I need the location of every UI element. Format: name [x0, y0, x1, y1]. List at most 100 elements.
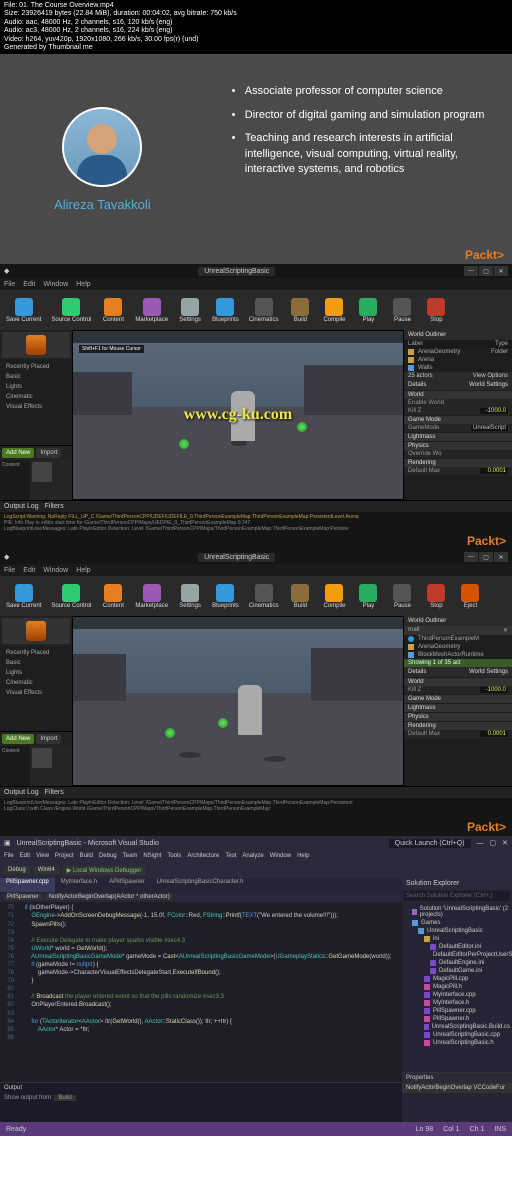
- cat-cinematic[interactable]: Cinematic: [2, 392, 70, 402]
- solution-search[interactable]: Search Solution Explorer (Ctrl+;): [404, 891, 510, 901]
- section-gamemode[interactable]: Game Mode: [404, 695, 512, 703]
- minimize-button[interactable]: —: [464, 266, 478, 276]
- platform-dropdown[interactable]: Win64: [34, 866, 59, 874]
- tab-character-h[interactable]: UnrealScriptingBasicCharacter.h: [151, 878, 250, 892]
- add-new-button[interactable]: Add New: [2, 734, 34, 744]
- section-rendering[interactable]: Rendering: [404, 459, 512, 467]
- output-tab[interactable]: Output: [4, 1085, 22, 1091]
- cat-visual-effects[interactable]: Visual Effects: [2, 688, 70, 698]
- menu-edit[interactable]: Edit: [23, 281, 35, 288]
- blueprints-button[interactable]: Blueprints: [208, 292, 243, 328]
- solution-item[interactable]: DefaultEngine.ini: [404, 959, 510, 967]
- menu-team[interactable]: Team: [123, 853, 138, 859]
- menu-nsight[interactable]: NSight: [143, 853, 161, 859]
- outliner-row[interactable]: Walls: [404, 364, 512, 372]
- maximize-button[interactable]: ▢: [479, 552, 493, 562]
- modes-selector[interactable]: [2, 332, 70, 358]
- solution-item[interactable]: MagicPill.h: [404, 983, 510, 991]
- gamemode-field[interactable]: UnrealScript: [471, 425, 508, 431]
- blueprints-button[interactable]: Blueprints: [208, 578, 243, 614]
- save-button[interactable]: Save Current: [2, 578, 45, 614]
- stop-button[interactable]: Stop: [420, 292, 452, 328]
- outliner-row[interactable]: ArenaGeometry: [404, 643, 512, 651]
- pause-button[interactable]: Pause: [386, 292, 418, 328]
- filters-button[interactable]: Filters: [45, 503, 64, 510]
- defaultmax-field[interactable]: 0.0001: [480, 468, 508, 474]
- cat-basic[interactable]: Basic: [2, 658, 70, 668]
- menu-file[interactable]: File: [4, 567, 15, 574]
- menu-window[interactable]: Window: [43, 567, 68, 574]
- outliner-row[interactable]: ArenaGeometryFolder: [404, 348, 512, 356]
- menu-test[interactable]: Test: [225, 853, 236, 859]
- viewport-toolbar[interactable]: [73, 331, 403, 343]
- solution-item[interactable]: PillSpawner.cpp: [404, 1007, 510, 1015]
- menu-edit[interactable]: Edit: [23, 567, 35, 574]
- menu-window[interactable]: Window: [43, 281, 68, 288]
- section-rendering[interactable]: Rendering: [404, 722, 512, 730]
- cat-recently-placed[interactable]: Recently Placed: [2, 362, 70, 372]
- compile-button[interactable]: Compile: [318, 578, 350, 614]
- asset-thumbnail[interactable]: [32, 748, 52, 768]
- solution-item[interactable]: DefaultGame.ini: [404, 967, 510, 975]
- content-button[interactable]: Content: [97, 292, 129, 328]
- cat-lights[interactable]: Lights: [2, 668, 70, 678]
- section-lightmass[interactable]: Lightmass: [404, 704, 512, 712]
- menu-edit[interactable]: Edit: [20, 853, 30, 859]
- log-content[interactable]: LogBlueprintUserMessages: Late PlayInEdi…: [0, 798, 512, 814]
- menu-build[interactable]: Build: [80, 853, 93, 859]
- content-button[interactable]: Content: [97, 578, 129, 614]
- compile-button[interactable]: Compile: [318, 292, 350, 328]
- section-world[interactable]: World: [404, 391, 512, 399]
- pause-button[interactable]: Pause: [386, 578, 418, 614]
- import-button[interactable]: Import: [36, 734, 61, 744]
- save-button[interactable]: Save Current: [2, 292, 45, 328]
- add-new-button[interactable]: Add New: [2, 448, 34, 458]
- tab-pillspawner-cpp[interactable]: PillSpawner.cpp: [0, 878, 55, 892]
- view-options-button[interactable]: View Options: [473, 373, 508, 379]
- menu-file[interactable]: File: [4, 281, 15, 288]
- solution-item[interactable]: UnrealScriptingBasic.h: [404, 1039, 510, 1047]
- stop-button[interactable]: Stop: [420, 578, 452, 614]
- settings-button[interactable]: Settings: [174, 292, 206, 328]
- menu-window[interactable]: Window: [270, 853, 291, 859]
- content-tree[interactable]: Content: [0, 460, 30, 500]
- solution-item[interactable]: PillSpawner.h: [404, 1015, 510, 1023]
- play-button[interactable]: Play: [352, 292, 384, 328]
- menu-help[interactable]: Help: [297, 853, 309, 859]
- tab-apillspawner[interactable]: APillSpawner: [103, 878, 151, 892]
- content-grid[interactable]: [30, 460, 72, 500]
- source-control-button[interactable]: Source Control: [47, 292, 95, 328]
- outliner-row[interactable]: Arena: [404, 356, 512, 364]
- close-button[interactable]: ✕: [494, 266, 508, 276]
- solution-item[interactable]: UnrealScriptingBasic.cpp: [404, 1031, 510, 1039]
- outliner-row[interactable]: ThirdPersonExampleM: [404, 635, 512, 643]
- menu-help[interactable]: Help: [76, 281, 90, 288]
- settings-button[interactable]: Settings: [174, 578, 206, 614]
- content-grid[interactable]: [30, 746, 72, 786]
- cinematics-button[interactable]: Cinematics: [245, 578, 283, 614]
- asset-thumbnail[interactable]: [32, 462, 52, 482]
- marketplace-button[interactable]: Marketplace: [131, 578, 172, 614]
- code-text-area[interactable]: 70 if (isOtherPlayer) {71 GEngine->AddOn…: [0, 902, 402, 1082]
- solution-item[interactable]: ini: [404, 935, 510, 943]
- build-button[interactable]: Build: [284, 578, 316, 614]
- minimize-button[interactable]: —: [477, 840, 484, 847]
- debug-launch-button[interactable]: ▶ Local Windows Debugger: [63, 866, 146, 875]
- world-settings-tab[interactable]: World Settings: [469, 669, 508, 675]
- world-settings-tab[interactable]: World Settings: [469, 382, 508, 388]
- clear-icon[interactable]: ✕: [503, 627, 508, 634]
- solution-root[interactable]: Solution 'UnrealScriptingBasic' (2 proje…: [404, 905, 510, 919]
- close-button[interactable]: ✕: [502, 839, 508, 847]
- level-viewport[interactable]: [72, 616, 404, 786]
- menu-file[interactable]: File: [4, 853, 14, 859]
- cat-cinematic[interactable]: Cinematic: [2, 678, 70, 688]
- cat-basic[interactable]: Basic: [2, 372, 70, 382]
- section-world[interactable]: World: [404, 678, 512, 686]
- import-button[interactable]: Import: [36, 448, 61, 458]
- tab-myinterface-h[interactable]: MyInterface.h: [55, 878, 103, 892]
- maximize-button[interactable]: ▢: [479, 266, 493, 276]
- source-control-button[interactable]: Source Control: [47, 578, 95, 614]
- outliner-row[interactable]: BlockMeshActorRuntime: [404, 651, 512, 659]
- content-tree[interactable]: Content: [0, 746, 30, 786]
- config-dropdown[interactable]: Debug: [4, 866, 30, 874]
